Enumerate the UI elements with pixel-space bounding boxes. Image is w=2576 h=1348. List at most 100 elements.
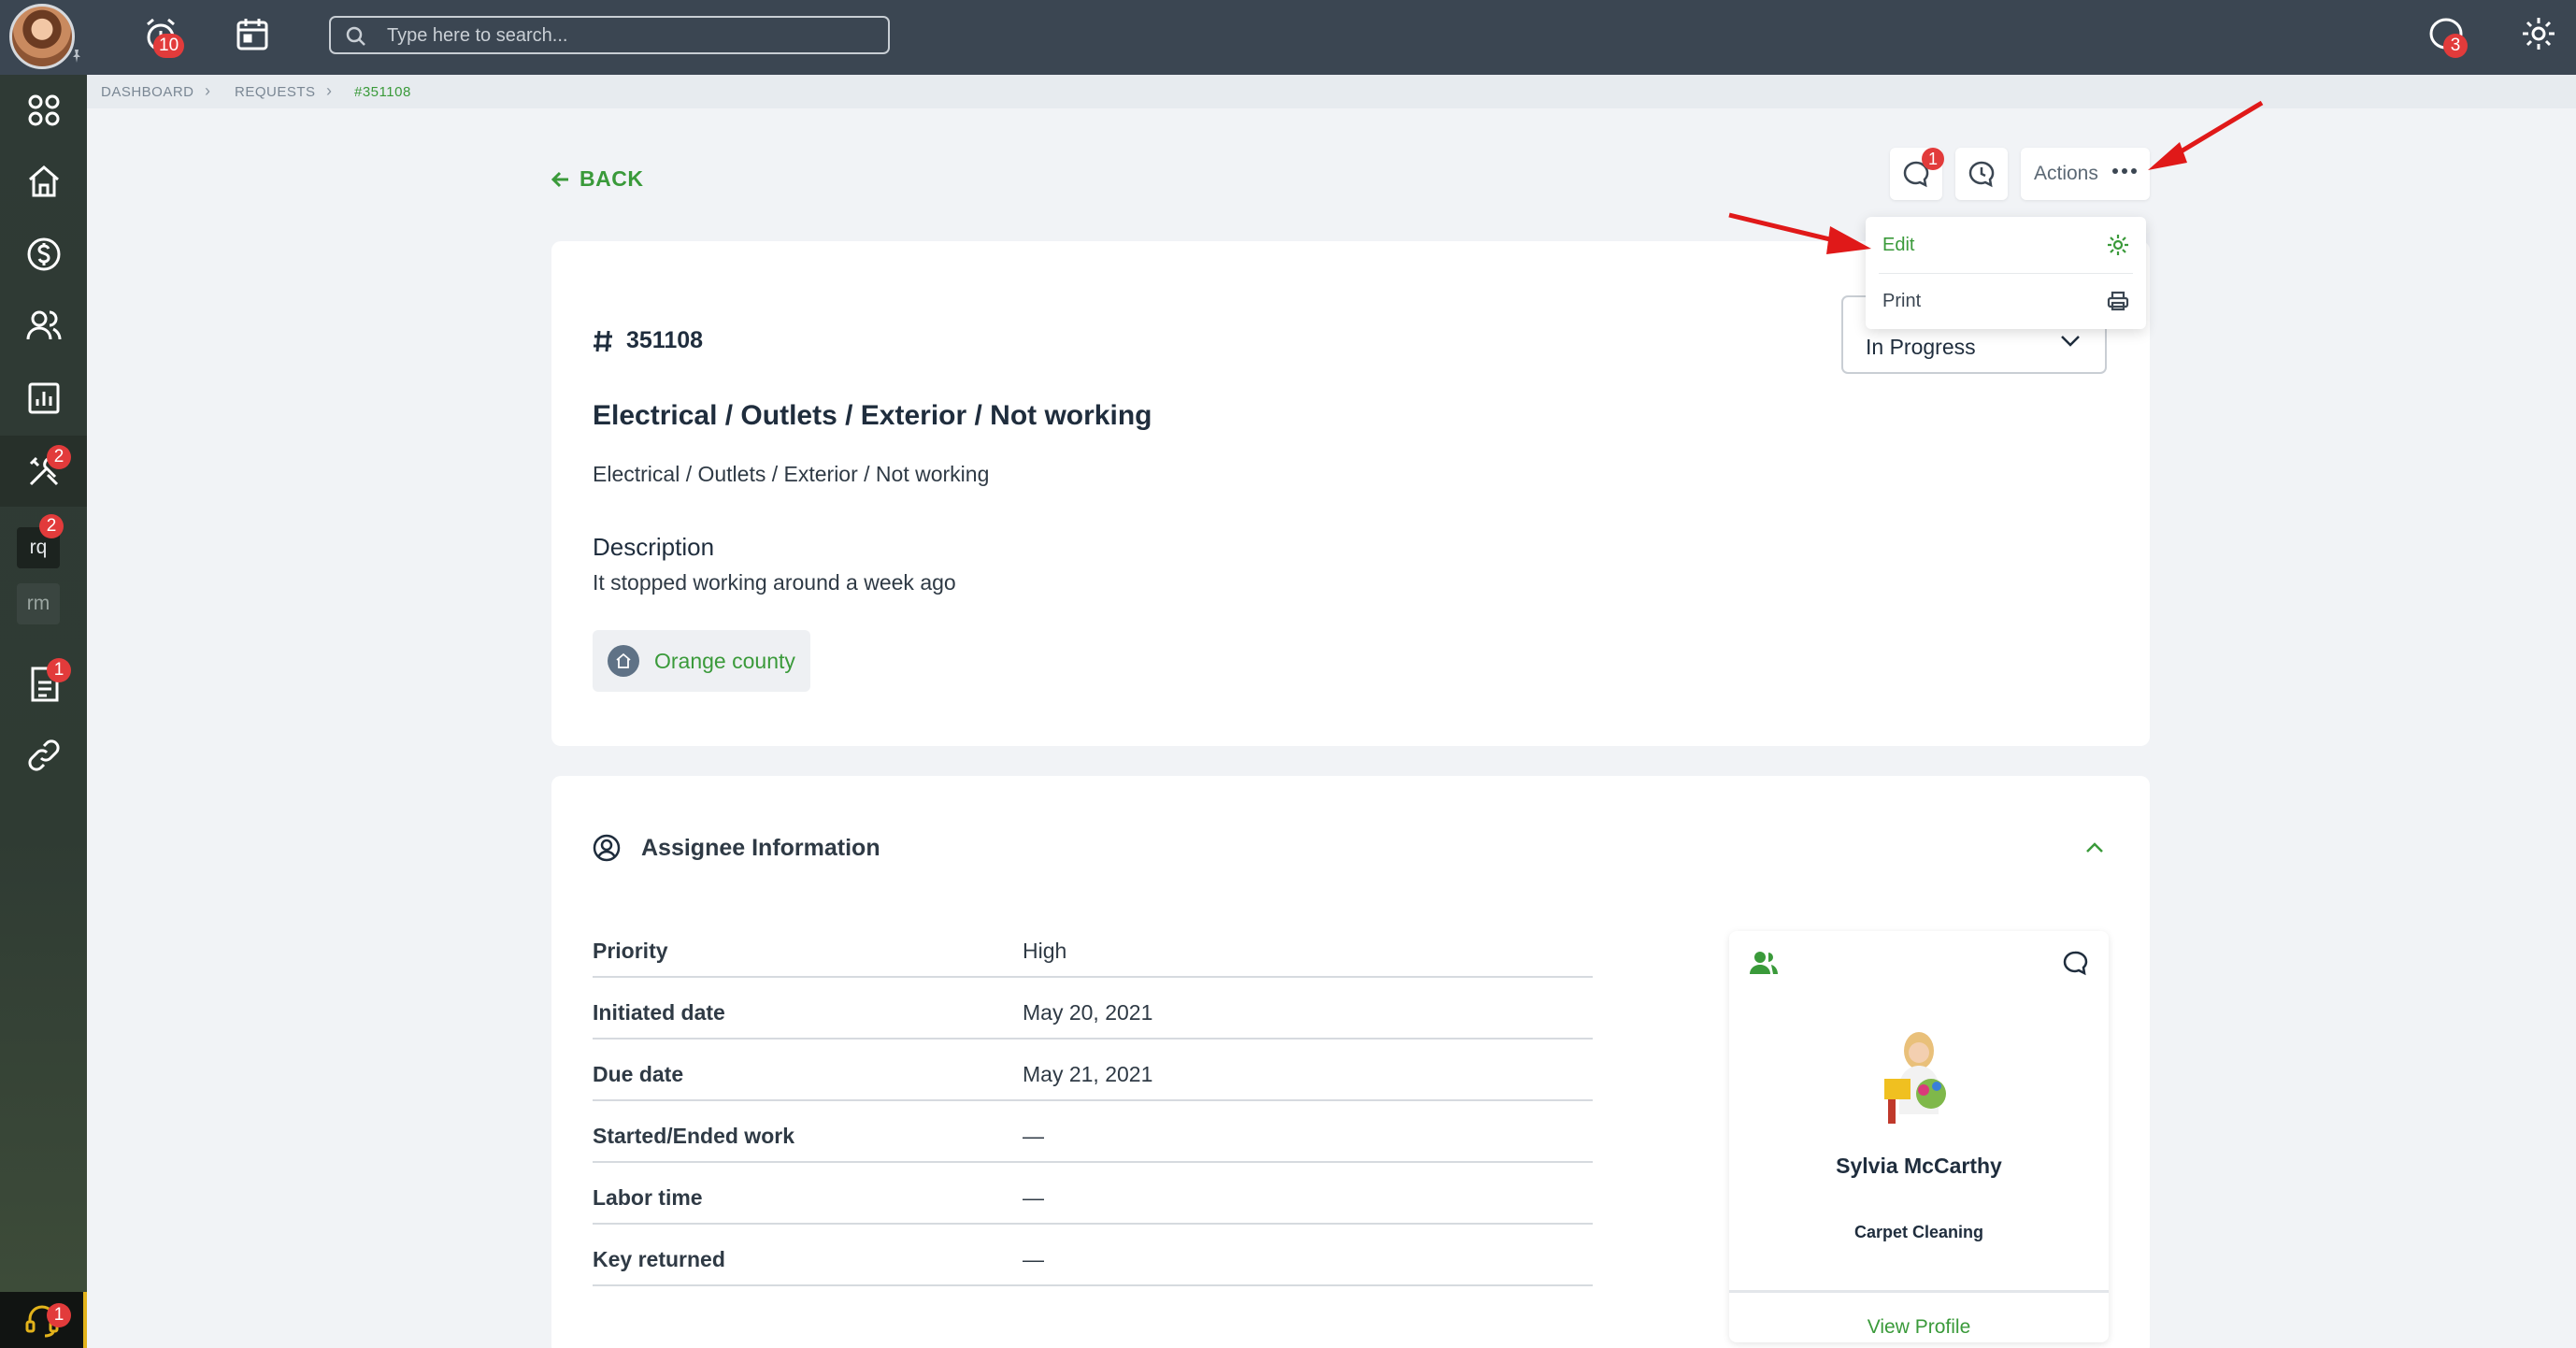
search-icon [346,26,365,46]
work-period-value: — [1023,1124,1044,1148]
rq-label: rq [29,537,48,558]
location-label: Orange county [654,648,795,673]
comments-button[interactable]: 1 [1890,148,1944,200]
user-avatar[interactable] [9,4,75,69]
maintenance-badge: 2 [47,445,71,469]
grid-icon [28,94,59,126]
alerts-count-badge: 10 [153,34,185,58]
back-label: BACK [580,166,644,191]
info-row-priority: Priority High [593,916,1593,978]
printer-icon [2107,291,2129,311]
rm-label: rm [26,593,50,614]
info-row-labor-time: Labor time — [593,1163,1593,1225]
chevron-up-icon[interactable] [2084,841,2105,854]
request-id: 351108 [593,327,703,354]
initiated-date-label: Initiated date [593,1000,725,1025]
chat-icon[interactable]: 3 [2426,15,2468,58]
sidebar-item-links[interactable] [0,720,87,791]
sidebar: 2 rq 2 rm 1 [0,75,87,1348]
chart-icon [28,382,59,414]
history-button[interactable] [1955,148,2008,200]
users-icon [1750,952,1778,974]
search-box[interactable] [329,16,890,54]
request-title: Electrical / Outlets / Exterior / Not wo… [593,400,1152,431]
info-row-due-date: Due date May 21, 2021 [593,1040,1593,1101]
comments-badge: 1 [1922,148,1944,170]
location-chip[interactable]: Orange county [593,630,810,692]
assignee-photo [1884,1032,1946,1124]
actions-menu: Edit Print [1866,217,2146,329]
pin-icon [69,49,84,64]
link-icon [27,739,60,771]
rq-badge: 2 [39,514,64,538]
chevron-right-icon: › [326,81,332,100]
support-badge: 1 [47,1303,71,1327]
alarm-icon[interactable]: 10 [140,15,185,58]
assignee-title-label: Assignee Information [641,834,880,861]
assignee-section-title: Assignee Information [593,834,880,862]
calendar-icon[interactable] [234,15,275,56]
chat-count-badge: 3 [2443,34,2468,58]
labor-time-label: Labor time [593,1185,703,1210]
menu-item-edit[interactable]: Edit [1866,217,2146,273]
info-row-work-period: Started/Ended work — [593,1101,1593,1163]
info-row-key-returned: Key returned — [593,1225,1593,1286]
description-label: Description [593,533,715,561]
assignee-name: Sylvia McCarthy [1836,1154,2002,1178]
gear-icon [2108,235,2128,255]
sidebar-item-documents[interactable]: 1 [0,649,87,720]
back-button[interactable]: BACK [551,166,643,192]
request-category: Electrical / Outlets / Exterior / Not wo… [593,462,990,486]
users-icon [26,310,61,340]
arrow-left-icon [551,171,568,187]
chevron-down-icon [2061,336,2080,347]
sidebar-item-reports[interactable] [0,363,87,434]
sidebar-item-finance[interactable] [0,219,87,290]
sidebar-item-maintenance[interactable]: 2 [0,436,87,507]
dollar-icon [27,237,60,271]
annotation-arrow-edit [1728,212,1871,254]
labor-time-value: — [1023,1185,1044,1210]
work-period-label: Started/Ended work [593,1124,794,1148]
description-text: It stopped working around a week ago [593,570,956,595]
clock-icon [1968,161,1995,188]
priority-label: Priority [593,939,668,963]
assignee-section: Assignee Information Priority High Initi… [551,776,2150,1348]
top-bar: 10 3 [0,0,2576,75]
search-input[interactable] [387,23,873,48]
documents-badge: 1 [47,658,71,682]
view-profile-link[interactable]: View Profile [1729,1316,2109,1339]
sidebar-item-rm[interactable]: rm [17,583,60,624]
status-value: In Progress [1866,335,1976,359]
info-row-initiated-date: Initiated date May 20, 2021 [593,978,1593,1040]
hash-icon [594,330,612,351]
assignee-card: Sylvia McCarthy Carpet Cleaning View Pro… [1729,931,2109,1342]
sidebar-item-apps[interactable] [0,75,87,146]
assignee-divider [1729,1290,2109,1293]
priority-value: High [1023,939,1067,963]
sidebar-item-people[interactable] [0,290,87,361]
menu-item-print[interactable]: Print [1866,273,2146,329]
initiated-date-value: May 20, 2021 [1023,1000,1153,1025]
home-icon [28,165,59,197]
sidebar-item-home[interactable] [0,146,87,217]
annotation-arrow-actions [2148,100,2264,170]
message-icon[interactable] [2062,950,2088,976]
print-label: Print [1882,290,1922,311]
chevron-right-icon: › [205,81,210,100]
home-icon [608,645,639,677]
sidebar-item-rq[interactable]: rq 2 [17,514,64,568]
edit-label: Edit [1882,234,1915,255]
breadcrumb-current: #351108 [354,84,411,100]
support-button[interactable]: 1 [0,1292,87,1348]
due-date-value: May 21, 2021 [1023,1062,1153,1086]
breadcrumb-dashboard[interactable]: DASHBOARD [101,84,194,100]
settings-gear-icon[interactable] [2520,15,2561,56]
breadcrumb-requests[interactable]: REQUESTS [235,84,316,100]
key-returned-value: — [1023,1247,1044,1271]
request-id-value: 351108 [626,327,704,353]
assignee-role: Carpet Cleaning [1853,1223,1984,1241]
user-circle-icon [593,834,621,862]
due-date-label: Due date [593,1062,684,1086]
actions-label: Actions [2034,163,2098,184]
